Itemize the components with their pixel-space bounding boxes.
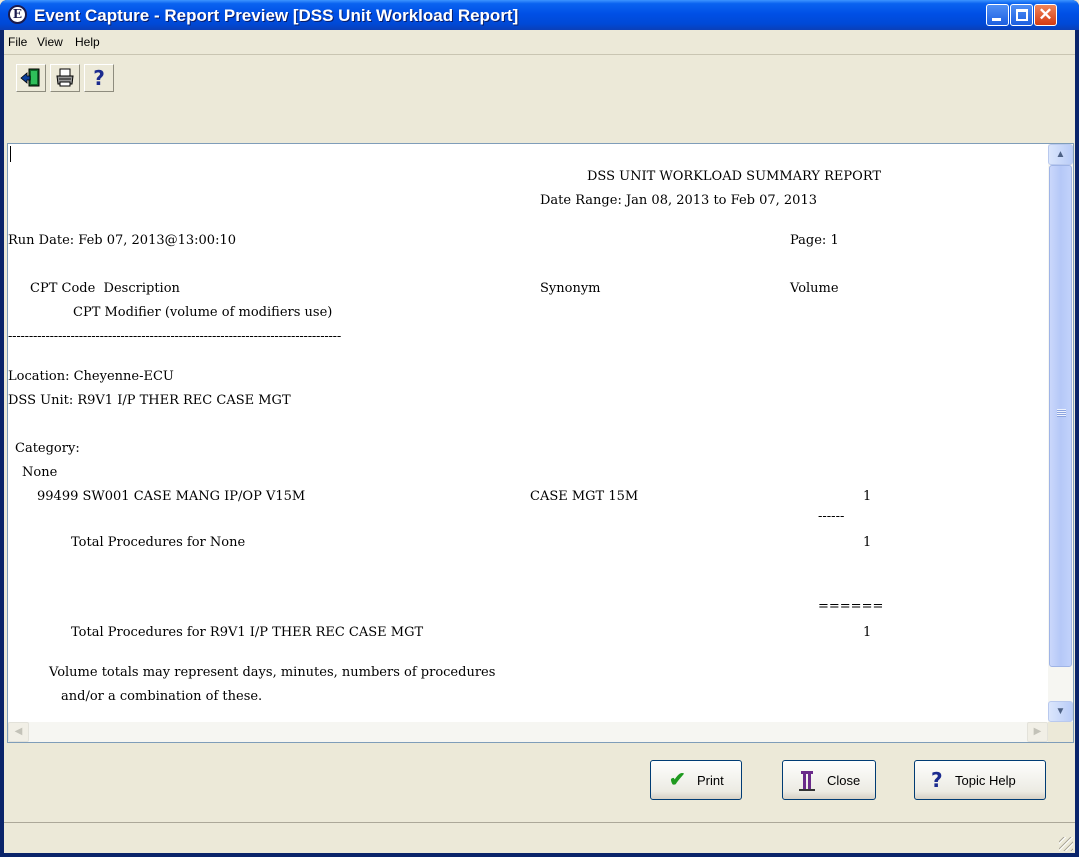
maximize-button[interactable] bbox=[1010, 4, 1033, 26]
vertical-scroll-thumb[interactable] bbox=[1049, 165, 1072, 667]
scroll-left-button[interactable]: ◀ bbox=[8, 722, 29, 742]
menu-help[interactable]: Help bbox=[75, 35, 100, 49]
total-none-label: Total Procedures for None bbox=[71, 535, 246, 550]
minimize-button[interactable] bbox=[986, 4, 1009, 26]
grand-total-line: ====== bbox=[818, 599, 884, 614]
vertical-scrollbar[interactable]: ▲ ▼ bbox=[1048, 144, 1073, 722]
print-button-label: Print bbox=[697, 773, 724, 788]
procedure-volume: 1 bbox=[863, 489, 872, 504]
chevron-up-icon: ▲ bbox=[1055, 149, 1066, 160]
menu-bar: File View Help bbox=[4, 30, 1075, 55]
menu-view[interactable]: View bbox=[37, 35, 63, 49]
app-icon: E bbox=[8, 5, 27, 24]
total-unit-volume: 1 bbox=[863, 625, 872, 640]
total-unit-label: Total Procedures for R9V1 I/P THER REC C… bbox=[71, 625, 424, 640]
exit-toolbar-button[interactable] bbox=[16, 64, 46, 92]
subtotal-dashes: ------ bbox=[818, 509, 845, 524]
column-header-cpt: CPT Code Description bbox=[30, 281, 180, 296]
total-none-volume: 1 bbox=[863, 535, 872, 550]
report-run-date: Run Date: Feb 07, 2013@13:00:10 bbox=[8, 233, 237, 248]
close-icon: ✕ bbox=[1038, 5, 1053, 24]
scroll-down-button[interactable]: ▼ bbox=[1048, 701, 1073, 722]
client-area: File View Help ? DSS UNIT WORKLOAD SUMMA… bbox=[4, 30, 1075, 853]
question-mark-icon: ? bbox=[931, 768, 943, 792]
report-dss-unit: DSS Unit: R9V1 I/P THER REC CASE MGT bbox=[8, 393, 291, 408]
scroll-up-button[interactable]: ▲ bbox=[1048, 144, 1073, 165]
topic-help-button[interactable]: ? Topic Help bbox=[914, 760, 1046, 800]
print-toolbar-button[interactable] bbox=[50, 64, 80, 92]
report-title: DSS UNIT WORKLOAD SUMMARY REPORT bbox=[587, 169, 882, 184]
chevron-down-icon: ▼ bbox=[1055, 706, 1066, 717]
menu-file[interactable]: File bbox=[8, 35, 27, 49]
question-mark-icon: ? bbox=[93, 66, 105, 90]
note-line-2: and/or a combination of these. bbox=[61, 689, 263, 704]
toolbar: ? bbox=[4, 57, 1075, 97]
report-viewer[interactable]: DSS UNIT WORKLOAD SUMMARY REPORT Date Ra… bbox=[7, 143, 1074, 743]
scroll-corner bbox=[1048, 722, 1073, 742]
minimize-icon bbox=[992, 18, 1001, 21]
printer-icon bbox=[56, 68, 74, 87]
category-name: None bbox=[22, 465, 58, 480]
report-location: Location: Cheyenne-ECU bbox=[8, 369, 174, 384]
horizontal-scrollbar[interactable]: ◀ ▶ bbox=[8, 722, 1048, 742]
report-page-number: Page: 1 bbox=[790, 233, 839, 248]
title-bar[interactable]: E Event Capture - Report Preview [DSS Un… bbox=[0, 0, 1079, 30]
checkmark-icon: ✔ bbox=[669, 769, 686, 791]
close-button[interactable]: Close bbox=[782, 760, 876, 800]
print-button[interactable]: ✔ Print bbox=[650, 760, 742, 800]
procedure-synonym: CASE MGT 15M bbox=[530, 489, 639, 504]
resize-grip-icon[interactable] bbox=[1059, 837, 1073, 851]
window-title: Event Capture - Report Preview [DSS Unit… bbox=[34, 6, 519, 25]
chevron-left-icon: ◀ bbox=[14, 726, 23, 737]
close-button-label: Close bbox=[827, 773, 861, 788]
topic-help-button-label: Topic Help bbox=[955, 773, 1016, 788]
close-window-button[interactable]: ✕ bbox=[1034, 4, 1057, 26]
report-text-area[interactable]: DSS UNIT WORKLOAD SUMMARY REPORT Date Ra… bbox=[8, 144, 1048, 722]
procedure-line: 99499 SW001 CASE MANG IP/OP V15M bbox=[37, 489, 306, 504]
help-toolbar-button[interactable]: ? bbox=[84, 64, 114, 92]
grip-icon bbox=[1057, 409, 1066, 417]
exit-door-icon bbox=[799, 771, 815, 791]
header-separator: ----------------------------------------… bbox=[8, 329, 342, 344]
column-header-modifier: CPT Modifier (volume of modifiers use) bbox=[73, 305, 333, 320]
category-label: Category: bbox=[15, 441, 80, 456]
exit-door-icon bbox=[20, 68, 40, 87]
column-header-synonym: Synonym bbox=[540, 281, 601, 296]
note-line-1: Volume totals may represent days, minute… bbox=[49, 665, 496, 680]
report-date-range: Date Range: Jan 08, 2013 to Feb 07, 2013 bbox=[540, 193, 817, 208]
text-caret bbox=[10, 146, 11, 162]
maximize-icon bbox=[1016, 9, 1028, 21]
scroll-right-button[interactable]: ▶ bbox=[1027, 722, 1048, 742]
column-header-volume: Volume bbox=[790, 281, 839, 296]
report-preview-window: E Event Capture - Report Preview [DSS Un… bbox=[0, 0, 1079, 857]
chevron-right-icon: ▶ bbox=[1033, 726, 1042, 737]
status-bar bbox=[4, 822, 1075, 853]
